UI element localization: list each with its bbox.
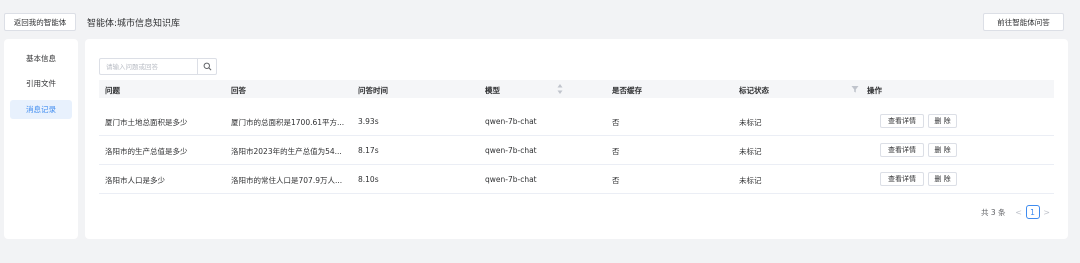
main-panel: 问题 回答 问答时间 模型 是否缓存 标记状态 操作 厦门市土地总面积是多少 厦… [85,39,1068,239]
column-header-actions: 操作 [867,86,882,95]
column-header-model: 模型 [485,86,500,95]
cell-cached: 否 [612,176,620,185]
sort-icon[interactable] [557,83,563,95]
table-row: 洛阳市人口是多少 洛阳市的常住人口是707.9万人... 8.10s qwen-… [99,165,1054,194]
column-header-time: 问答时间 [358,86,388,95]
column-header-mark-status: 标记状态 [739,86,769,95]
sidebar-item-basic-info[interactable]: 基本信息 [10,49,72,68]
cell-question: 洛阳市人口是多少 [105,176,165,185]
sidebar: 基本信息 引用文件 消息记录 [4,39,78,239]
cell-time: 8.17s [358,146,379,155]
column-header-answer: 回答 [231,86,246,95]
back-to-my-agents-button[interactable]: 返回我的智能体 [4,13,76,31]
cell-question: 厦门市土地总面积是多少 [105,118,188,127]
cell-mark-status: 未标记 [739,176,762,185]
cell-time: 3.93s [358,117,379,126]
sidebar-item-message-records[interactable]: 消息记录 [10,100,72,119]
search-box [99,58,217,75]
goto-agent-qa-button[interactable]: 前往智能体问答 [983,13,1064,31]
cell-model: qwen-7b-chat [485,117,537,126]
cell-question: 洛阳市的生产总值是多少 [105,147,188,156]
delete-button[interactable]: 删 除 [928,114,957,128]
cell-cached: 否 [612,118,620,127]
search-icon [203,62,211,71]
search-button[interactable] [197,59,216,74]
cell-mark-status: 未标记 [739,147,762,156]
prev-page-button[interactable]: < [1014,205,1024,219]
table-row: 厦门市土地总面积是多少 厦门市的总面积是1700.61平方... 3.93s q… [99,107,1054,136]
top-bar: 返回我的智能体 智能体:城市信息知识库 前往智能体问答 [0,0,1080,38]
cell-time: 8.10s [358,175,379,184]
table-row: 洛阳市的生产总值是多少 洛阳市2023年的生产总值为54... 8.17s qw… [99,136,1054,165]
view-details-button[interactable]: 查看详情 [880,143,924,157]
search-input[interactable] [100,59,197,74]
cell-model: qwen-7b-chat [485,146,537,155]
column-header-question: 问题 [105,86,120,95]
table-header: 问题 回答 问答时间 模型 是否缓存 标记状态 操作 [99,80,1054,98]
sidebar-item-referenced-files[interactable]: 引用文件 [10,74,72,93]
view-details-button[interactable]: 查看详情 [880,114,924,128]
cell-answer: 厦门市的总面积是1700.61平方... [231,118,345,127]
pagination-total: 共 3 条 [981,207,1006,217]
column-header-cached: 是否缓存 [612,86,642,95]
cell-answer: 洛阳市2023年的生产总值为54... [231,147,342,156]
page-number-current[interactable]: 1 [1025,205,1040,219]
delete-button[interactable]: 删 除 [928,172,957,186]
cell-answer: 洛阳市的常住人口是707.9万人... [231,176,343,185]
cell-mark-status: 未标记 [739,118,762,127]
cell-model: qwen-7b-chat [485,175,537,184]
view-details-button[interactable]: 查看详情 [880,172,924,186]
filter-icon[interactable] [851,85,859,93]
page-title: 智能体:城市信息知识库 [87,19,181,29]
delete-button[interactable]: 删 除 [928,143,957,157]
pagination: 共 3 条 < 1 > [981,205,1052,219]
next-page-button[interactable]: > [1042,205,1052,219]
cell-cached: 否 [612,147,620,156]
